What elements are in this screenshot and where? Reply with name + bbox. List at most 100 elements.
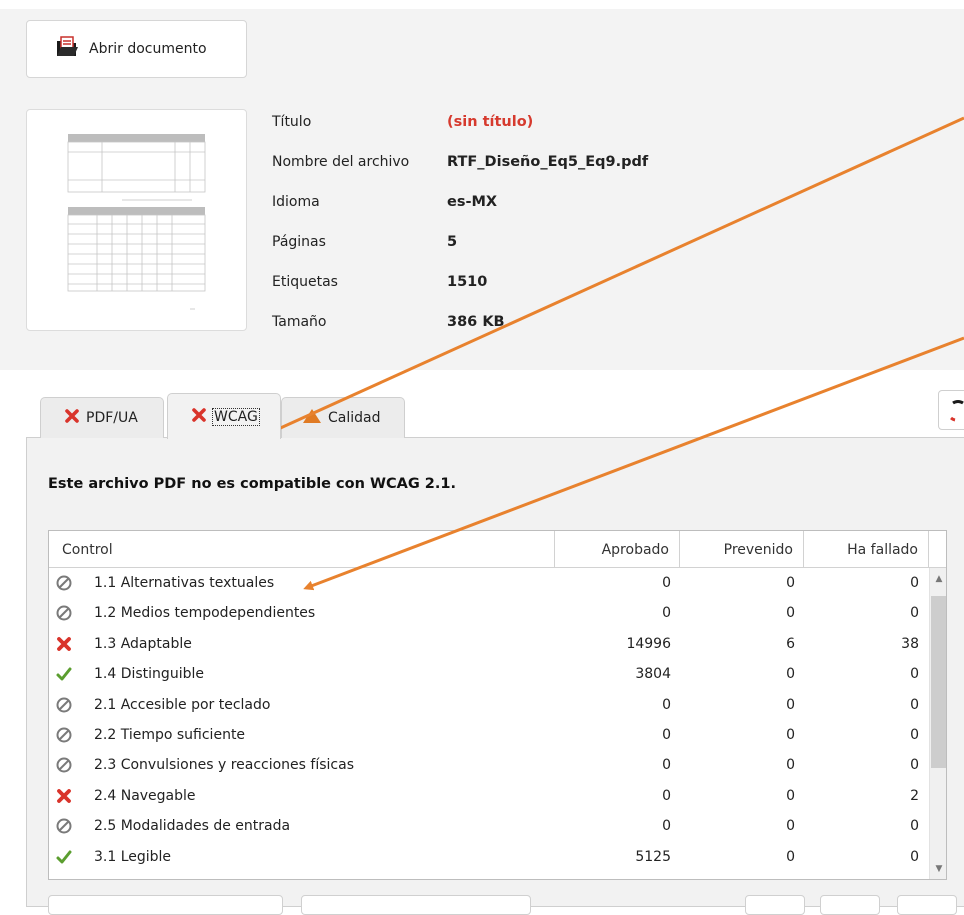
not-applicable-icon [55, 574, 73, 592]
row-failed-count: 0 [910, 575, 919, 591]
row-warned-count: 0 [786, 787, 795, 804]
table-row[interactable]: 1.4 Distinguible 3804 0 0 [49, 659, 929, 689]
tab-pdfua[interactable]: PDF/UA [40, 397, 164, 438]
meta-key: Nombre del archivo [272, 154, 410, 170]
meta-value-language: es-MX [447, 194, 498, 210]
pass-check-icon [55, 665, 73, 683]
row-passed-count: 0 [662, 605, 671, 622]
bottom-button[interactable] [745, 895, 805, 915]
column-header-passed[interactable]: Aprobado [555, 531, 680, 568]
column-header-control[interactable]: Control [49, 531, 555, 568]
row-control-name: 2.4 Navegable [94, 787, 196, 804]
row-failed-count: 0 [910, 696, 919, 713]
meta-key: Idioma [272, 194, 320, 210]
row-passed-count: 0 [662, 575, 671, 591]
row-control-name: 2.1 Accesible por teclado [94, 696, 271, 713]
open-document-button[interactable]: Abrir documento [26, 20, 247, 78]
row-control-name: 2.2 Tiempo suficiente [94, 726, 246, 743]
row-control-name: 3.1 Legible [94, 848, 172, 865]
not-applicable-icon [55, 726, 73, 744]
wcag-results-table: Control Aprobado Prevenido Ha fallado 1.… [48, 530, 947, 880]
row-failed-count: 0 [910, 818, 919, 835]
scroll-up-icon[interactable]: ▲ [930, 570, 946, 588]
not-applicable-icon [55, 756, 73, 774]
bottom-button[interactable] [897, 895, 957, 915]
compliance-message: Este archivo PDF no es compatible con WC… [48, 476, 456, 492]
row-passed-count: 0 [662, 787, 671, 804]
bottom-button[interactable] [301, 895, 531, 915]
row-failed-count: 0 [910, 666, 919, 683]
table-row[interactable]: 2.5 Modalidades de entrada 0 0 0 [49, 811, 929, 841]
meta-value-size: 386 KB [447, 314, 505, 330]
tab-quality[interactable]: Calidad [281, 397, 405, 438]
table-header: Control Aprobado Prevenido Ha fallado [49, 531, 946, 568]
meta-value-tags: 1510 [447, 274, 488, 290]
meta-key: Tamaño [272, 314, 327, 330]
row-failed-count: 0 [910, 726, 919, 743]
meta-value-title: (sin título) [447, 114, 534, 130]
not-applicable-icon [55, 604, 73, 622]
scrollbar-thumb[interactable] [931, 596, 946, 768]
refresh-button[interactable] [938, 390, 964, 430]
row-failed-count: 38 [901, 635, 919, 652]
warning-triangle-icon [302, 408, 322, 428]
meta-value-filename: RTF_Diseño_Eq5_Eq9.pdf [447, 154, 649, 170]
tab-wcag[interactable]: WCAG [167, 393, 281, 439]
row-warned-count: 6 [786, 635, 795, 652]
row-control-name: 1.4 Distinguible [94, 666, 204, 683]
fail-icon [64, 408, 80, 428]
table-row[interactable]: 2.2 Tiempo suficiente 0 0 0 [49, 720, 929, 750]
row-passed-count: 0 [662, 818, 671, 835]
meta-value-pages: 5 [447, 234, 458, 250]
pass-check-icon [55, 848, 73, 866]
row-warned-count: 0 [786, 666, 795, 683]
row-passed-count: 0 [662, 696, 671, 713]
row-warned-count: 0 [786, 605, 795, 622]
row-passed-count: 0 [662, 757, 671, 774]
top-strip [0, 0, 964, 9]
fail-icon [191, 407, 207, 427]
row-warned-count: 0 [786, 757, 795, 774]
column-header-warned[interactable]: Prevenido [680, 531, 804, 568]
not-applicable-icon [55, 817, 73, 835]
row-warned-count: 0 [786, 818, 795, 835]
meta-key: Etiquetas [272, 274, 338, 290]
table-row[interactable]: 2.3 Convulsiones y reacciones físicas 0 0 0 [49, 750, 929, 780]
row-passed-count: 3804 [635, 666, 671, 683]
row-control-name: 1.2 Medios tempodependientes [94, 605, 316, 622]
scroll-down-icon[interactable]: ▼ [930, 860, 946, 878]
table-row[interactable]: 2.1 Accesible por teclado 0 0 0 [49, 690, 929, 720]
table-row[interactable]: 1.3 Adaptable 14996 6 38 [49, 629, 929, 659]
bottom-button[interactable] [820, 895, 880, 915]
row-passed-count: 14996 [626, 635, 671, 652]
table-scrollbar[interactable]: ▲ ▼ [929, 568, 946, 879]
meta-key: Páginas [272, 234, 326, 250]
row-failed-count: 2 [910, 787, 919, 804]
table-row[interactable]: 1.1 Alternativas textuales 0 0 0 [49, 568, 929, 598]
row-control-name: 2.3 Convulsiones y reacciones físicas [94, 757, 354, 774]
row-control-name: 1.3 Adaptable [94, 635, 192, 652]
not-applicable-icon [55, 696, 73, 714]
row-failed-count: 0 [910, 605, 919, 622]
row-warned-count: 0 [786, 575, 795, 591]
column-header-failed[interactable]: Ha fallado [804, 531, 929, 568]
table-row[interactable]: 2.4 Navegable 0 0 2 [49, 781, 929, 811]
row-warned-count: 0 [786, 726, 795, 743]
row-failed-count: 0 [910, 848, 919, 865]
row-warned-count: 0 [786, 848, 795, 865]
bottom-button[interactable] [48, 895, 283, 915]
row-warned-count: 0 [786, 696, 795, 713]
open-document-label: Abrir documento [89, 41, 207, 57]
row-control-name: 2.5 Modalidades de entrada [94, 818, 291, 835]
open-pdf-icon [55, 35, 79, 63]
tab-label: WCAG [212, 407, 260, 426]
table-row[interactable]: 1.2 Medios tempodependientes 0 0 0 [49, 598, 929, 628]
table-body: 1.1 Alternativas textuales 0 0 0 1.2 Medios … [49, 568, 929, 872]
row-control-name: 1.1 Alternativas textuales [94, 575, 275, 591]
fail-icon [55, 787, 73, 805]
fail-icon [55, 635, 73, 653]
meta-key: Título [272, 114, 312, 130]
row-passed-count: 5125 [635, 848, 671, 865]
table-row[interactable]: 3.1 Legible 5125 0 0 [49, 842, 929, 872]
row-passed-count: 0 [662, 726, 671, 743]
